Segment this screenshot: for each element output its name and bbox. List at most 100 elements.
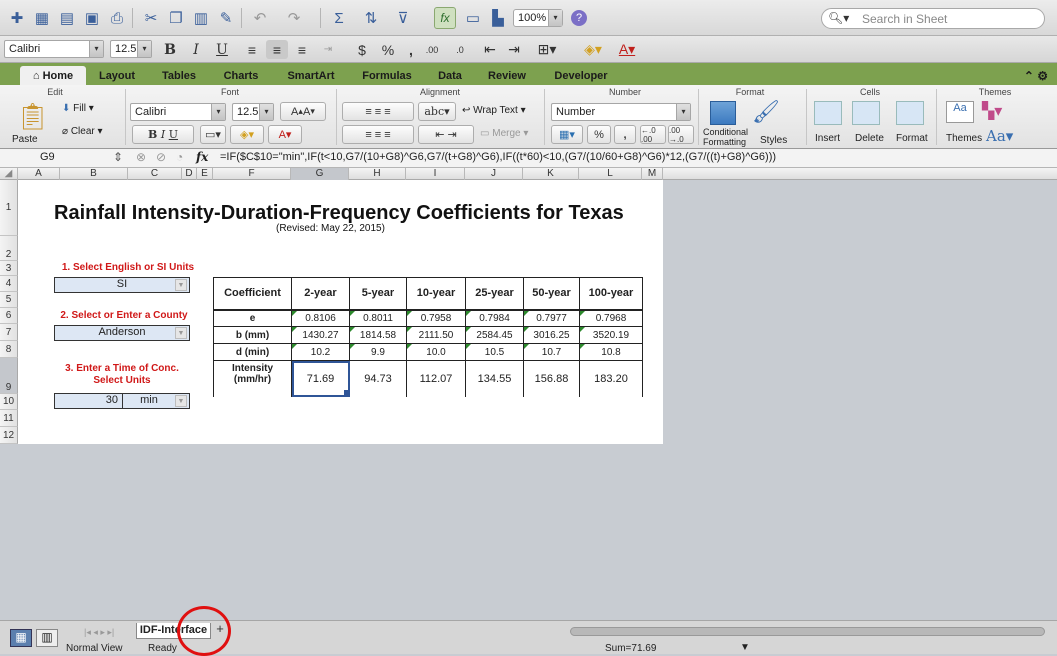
themes-icon[interactable]: Aa [946,101,974,123]
table-cell[interactable]: 0.7977 [523,309,580,327]
font-color-icon[interactable]: A▾ [614,40,640,59]
table-cell[interactable]: 0.7984 [465,309,524,327]
theme-fonts-button[interactable]: Aa▾ [986,127,1013,145]
units-select[interactable]: SI ▼ [54,277,190,293]
table-cell[interactable]: 2111.50 [406,326,466,344]
font-select[interactable]: Calibri ▾ [4,40,104,58]
table-cell[interactable]: 10.0 [406,343,466,361]
currency-icon[interactable]: $ [352,40,372,59]
table-cell[interactable]: 10.2 [291,343,350,361]
search-input[interactable]: 🔍︎▾ Search in Sheet [821,8,1045,29]
table-cell[interactable]: 1814.58 [349,326,407,344]
row-header[interactable]: 10 [0,394,18,410]
copy-icon[interactable]: ❐ [165,7,187,29]
column-header[interactable]: E [197,168,213,180]
table-cell[interactable]: 0.7968 [579,309,643,327]
function-icon[interactable]: fx [434,7,456,29]
normal-view-icon[interactable]: ▦ [10,629,32,647]
fill-handle[interactable] [344,390,349,395]
column-header[interactable]: B [60,168,128,180]
tab-layout[interactable]: Layout [90,66,144,85]
column-header[interactable]: K [523,168,579,180]
table-cell[interactable]: 10.5 [465,343,524,361]
column-header[interactable]: J [465,168,523,180]
tab-developer[interactable]: Developer [544,66,618,85]
tab-home[interactable]: ⌂ Home [20,66,86,85]
table-cell[interactable]: 0.8106 [291,309,350,327]
column-header[interactable]: F [213,168,291,180]
merge-button[interactable]: ▭ Merge ▾ [480,128,528,139]
comma-icon[interactable]: , [404,40,418,59]
table-cell[interactable]: 10.8 [579,343,643,361]
tab-tables[interactable]: Tables [152,66,206,85]
print-icon[interactable]: ⎙ [106,7,128,29]
open-icon[interactable]: ▤ [56,7,78,29]
tab-formulas[interactable]: Formulas [352,66,422,85]
align-left-icon[interactable]: ≡ [242,40,262,59]
function-wizard-icon[interactable]: ◔ [176,150,183,164]
select-all-icon[interactable]: ◢ [0,168,18,180]
help-icon[interactable]: ? [571,10,587,26]
ribbon-collapse-icon[interactable]: ⌃ ⚙ [1020,66,1052,85]
percent-icon[interactable]: % [378,40,398,59]
tab-data[interactable]: Data [430,66,470,85]
fill-button[interactable]: ⬇ Fill ▾ [62,103,94,114]
styles-label[interactable]: Styles [760,135,787,146]
underline-button[interactable]: U [212,40,232,59]
table-cell[interactable]: 112.07 [406,360,466,397]
table-cell[interactable]: 2584.45 [465,326,524,344]
save-icon[interactable]: ▣ [81,7,103,29]
name-box-stepper-icon[interactable]: ⇕ [113,150,123,164]
borders-button[interactable]: ▭▾ [200,125,226,144]
merge-icon[interactable]: ⇥ [318,40,338,59]
filter-icon[interactable]: ⊽ [392,7,414,29]
percent-button[interactable]: % [587,125,611,144]
clear-button[interactable]: ⌀ Clear ▾ [62,126,103,137]
format-cells-icon[interactable] [896,101,924,125]
table-cell[interactable]: 0.7958 [406,309,466,327]
font-size-select[interactable]: 12.5 ▾ [110,40,152,58]
borders-icon[interactable]: ⊞▾ [534,40,560,59]
paste-icon[interactable]: ▥ [190,7,212,29]
styles-icon[interactable]: 🖌︎ [752,99,782,125]
enter-icon[interactable]: ⊘ [156,150,166,164]
vertical-align-buttons[interactable]: ≡ ≡ ≡ [342,102,414,121]
table-cell[interactable]: 10.7 [523,343,580,361]
row-header[interactable]: 4 [0,276,18,292]
align-center-icon[interactable]: ≡ [266,40,288,59]
outdent-icon[interactable]: ⇤ [480,40,500,59]
undo-icon[interactable]: ↶ [249,7,271,29]
paste-label[interactable]: Paste [12,134,38,145]
table-cell[interactable]: 94.73 [349,360,407,397]
format-painter-icon[interactable]: ✎ [215,7,237,29]
cancel-icon[interactable]: ⊗ [136,150,146,164]
ribbon-font-color-icon[interactable]: A▾ [268,125,302,144]
font-grow-shrink-buttons[interactable]: A ▴ A ▾ [280,102,326,121]
bold-button[interactable]: B [160,40,180,59]
align-right-icon[interactable]: ≡ [292,40,312,59]
row-header[interactable]: 11 [0,410,18,427]
new-icon[interactable]: ✚ [6,7,28,29]
horizontal-align-buttons[interactable]: ≡ ≡ ≡ [342,125,414,144]
fill-color-icon[interactable]: ◈▾ [580,40,606,59]
increase-decimal-icon[interactable]: .00 [420,40,444,59]
status-menu-icon[interactable]: ▼ [740,642,750,653]
row-header[interactable]: 2 [0,236,18,261]
format-label[interactable]: Format [896,133,928,144]
redo-icon[interactable]: ↷ [283,7,305,29]
selected-cell[interactable]: 71.69 [291,360,350,397]
italic-button[interactable]: I [186,40,206,59]
delete-cells-icon[interactable] [852,101,880,125]
formula-input[interactable]: =IF($C$10="min",IF(t<10,G7/(10+G8)^G6,G7… [220,151,1057,166]
column-header[interactable]: L [579,168,642,180]
table-cell[interactable]: 3520.19 [579,326,643,344]
name-box[interactable]: G9 [40,151,110,166]
cut-icon[interactable]: ✂ [140,7,162,29]
time-input[interactable]: 30 [55,394,123,408]
tab-review[interactable]: Review [478,66,536,85]
media-icon[interactable]: ▙ [487,7,509,29]
row-header[interactable]: 3 [0,261,18,276]
row-header[interactable]: 1 [0,180,18,236]
dropdown-arrow-icon[interactable]: ▼ [175,279,187,291]
sort-icon[interactable]: ⇅ [360,7,382,29]
